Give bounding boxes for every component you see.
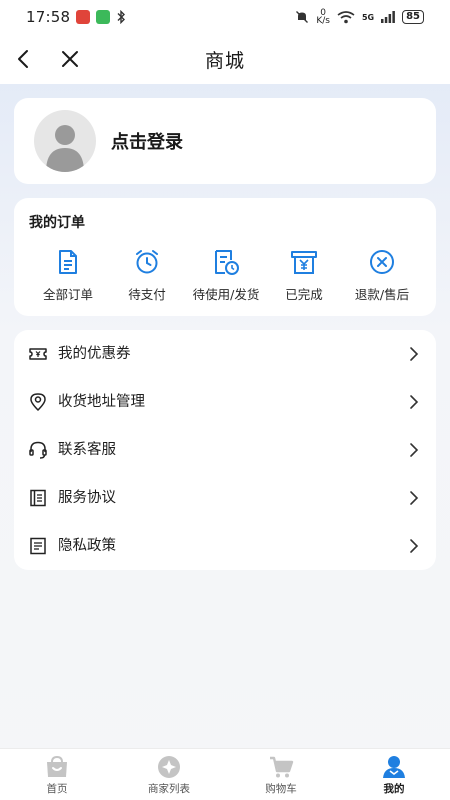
page-title: 商城 xyxy=(204,49,245,72)
menu-item-address[interactable]: 收货地址管理 xyxy=(14,378,436,426)
menu-item-customer-service[interactable]: 联系客服 xyxy=(14,426,436,474)
orders-shortcuts: 全部订单 待支付 待使用/发货 已完成 退款/售后 xyxy=(14,248,436,308)
app-notification-icon xyxy=(76,10,91,24)
cart-icon xyxy=(270,756,294,778)
orders-title: 我的订单 xyxy=(29,215,85,231)
bluetooth-icon xyxy=(117,10,126,24)
cancel-circle-icon xyxy=(370,250,394,274)
default-avatar-icon xyxy=(34,110,96,172)
book-icon xyxy=(30,489,46,507)
order-to-use-ship-button[interactable]: 待使用/发货 xyxy=(186,248,266,303)
chevron-right-icon xyxy=(410,347,419,361)
net-speed: 0 K/s xyxy=(316,8,330,26)
alarm-clock-icon xyxy=(136,250,158,274)
network-type: 5G xyxy=(361,12,375,22)
headset-icon xyxy=(29,441,47,459)
navigation-bar: 商城 xyxy=(0,34,450,84)
chevron-right-icon xyxy=(410,395,419,409)
chevron-right-icon xyxy=(410,491,419,505)
store-list-icon xyxy=(158,756,180,778)
profile-icon xyxy=(383,756,405,778)
menu-list: 我的优惠券 收货地址管理 联系客服 服务协议 隐私政策 xyxy=(14,330,436,570)
orders-card: 我的订单 全部订单 待支付 待使用/发货 已完成 退款/售后 xyxy=(14,198,436,316)
tab-home[interactable]: 首页 xyxy=(17,755,97,796)
document-icon xyxy=(59,250,77,274)
receipt-yen-icon xyxy=(291,251,317,274)
tab-profile[interactable]: 我的 xyxy=(354,755,434,796)
order-pending-payment-button[interactable]: 待支付 xyxy=(107,248,187,303)
close-icon[interactable] xyxy=(58,47,82,71)
chevron-right-icon xyxy=(410,539,419,553)
home-bag-icon xyxy=(47,755,67,777)
policy-doc-icon xyxy=(30,537,46,555)
menu-item-coupons[interactable]: 我的优惠券 xyxy=(14,330,436,378)
order-completed-button[interactable]: 已完成 xyxy=(264,248,344,303)
order-refund-aftersale-button[interactable]: 退款/售后 xyxy=(342,248,422,303)
pending-icon xyxy=(215,250,239,275)
bottom-tab-bar: 首页 商家列表 购物车 我的 xyxy=(0,748,450,800)
wechat-icon xyxy=(96,10,111,24)
mute-bell-icon xyxy=(296,11,309,23)
status-time: 17:58 xyxy=(26,8,71,26)
login-prompt[interactable]: 点击登录 xyxy=(111,128,183,154)
signal-icon xyxy=(381,11,395,23)
chevron-right-icon xyxy=(410,443,419,457)
tab-store-list[interactable]: 商家列表 xyxy=(129,755,209,796)
coupon-icon xyxy=(29,348,47,360)
tab-cart[interactable]: 购物车 xyxy=(241,755,321,796)
battery-indicator: 85 xyxy=(402,10,424,24)
menu-item-privacy-policy[interactable]: 隐私政策 xyxy=(14,522,436,570)
status-bar: 17:58 0 K/s 5G 85 xyxy=(0,0,450,34)
login-card[interactable]: 点击登录 xyxy=(14,98,436,184)
order-all-button[interactable]: 全部订单 xyxy=(28,248,108,303)
wifi-icon xyxy=(337,10,355,23)
chevron-left-icon[interactable] xyxy=(12,47,36,71)
location-pin-icon xyxy=(30,393,46,412)
menu-item-service-agreement[interactable]: 服务协议 xyxy=(14,474,436,522)
